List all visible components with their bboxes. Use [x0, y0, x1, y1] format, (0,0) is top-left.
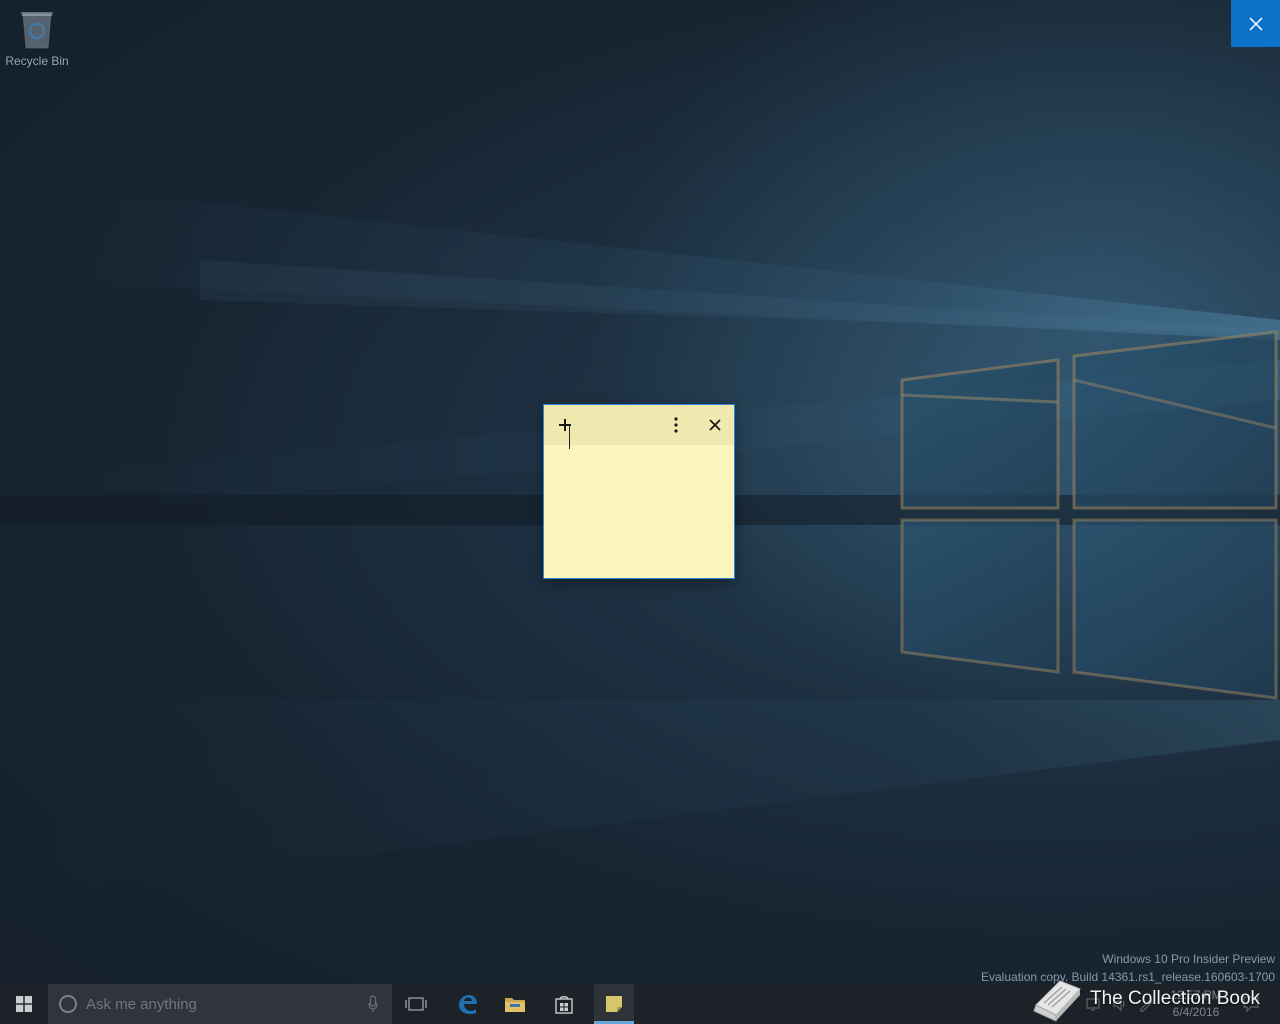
search-placeholder: Ask me anything — [86, 995, 197, 1013]
cortana-circle-icon — [59, 995, 77, 1013]
taskbar-store[interactable] — [540, 984, 588, 1024]
brand-text: The Collection Book — [1090, 988, 1261, 1009]
close-button[interactable] — [1231, 0, 1280, 47]
watermark-edition: Windows 10 Pro Insider Preview — [1102, 952, 1275, 966]
desktop-icon-recycle-bin[interactable]: Recycle Bin — [4, 6, 70, 68]
desktop: Recycle Bin Windows 10 Pro Insider Previ… — [0, 0, 1280, 1024]
text-caret — [569, 425, 570, 449]
start-button[interactable] — [0, 984, 48, 1024]
taskbar-file-explorer[interactable] — [491, 984, 539, 1024]
recycle-bin-icon — [17, 6, 57, 50]
close-icon — [1248, 16, 1263, 31]
note-menu-button[interactable] — [662, 411, 690, 439]
more-vertical-icon — [674, 417, 678, 433]
task-view-button[interactable] — [392, 984, 440, 1024]
folder-icon — [505, 998, 525, 1012]
sticky-note-header[interactable] — [544, 405, 734, 445]
search-box[interactable]: Ask me anything — [48, 984, 392, 1024]
microphone-icon[interactable] — [368, 995, 378, 1013]
taskbar-edge[interactable] — [443, 984, 491, 1024]
windows-logo-icon — [16, 996, 32, 1012]
close-icon — [709, 419, 721, 431]
note-text-area[interactable] — [544, 445, 734, 578]
taskbar-sticky-notes[interactable] — [590, 984, 638, 1024]
brand-watermark: The Collection Book — [1030, 975, 1260, 1023]
book-icon — [1033, 980, 1081, 1022]
close-note-button[interactable] — [701, 411, 729, 439]
store-icon — [555, 996, 573, 1014]
edge-icon — [459, 995, 477, 1014]
sticky-notes-icon — [606, 996, 622, 1012]
recycle-bin-label: Recycle Bin — [5, 54, 69, 68]
task-view-icon — [405, 997, 427, 1011]
sticky-note-window[interactable] — [543, 404, 735, 579]
new-note-button[interactable] — [551, 411, 579, 439]
